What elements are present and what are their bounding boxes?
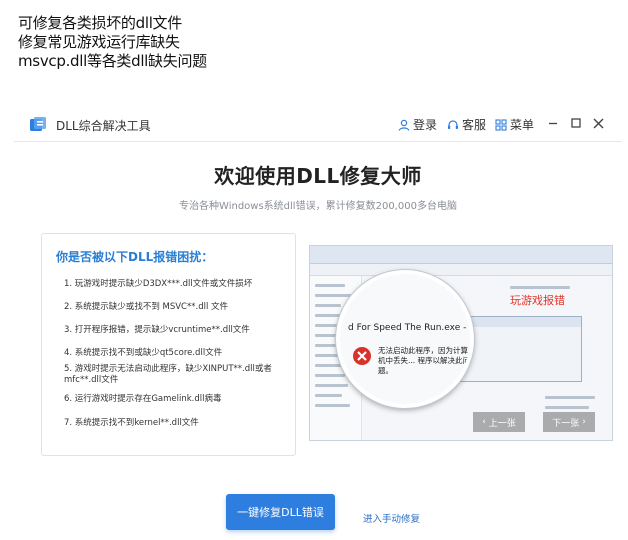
maximize-icon xyxy=(571,118,581,128)
user-icon xyxy=(398,119,410,131)
promo-caption: 可修复各类损坏的dll文件 修复常见游戏运行库缺失 msvcp.dll等各类dl… xyxy=(18,14,318,71)
carousel-next-button[interactable]: 下一张 › xyxy=(543,412,595,432)
title-bar: DLL综合解决工具 登录 客服 菜单 xyxy=(14,108,622,142)
maximize-button[interactable] xyxy=(568,115,584,131)
issue-item: 3. 打开程序报错，提示缺少vcruntime**.dll文件 xyxy=(64,325,250,335)
error-icon xyxy=(353,347,371,365)
service-label: 客服 xyxy=(462,118,487,132)
carousel-prev-label: 上一张 xyxy=(488,418,516,429)
issue-item: 5. 游戏时提示无法启动此程序，缺少XINPUT**.dll或者mfc**.dl… xyxy=(64,364,272,385)
app-logo-icon xyxy=(30,117,46,131)
explorer-toolbar xyxy=(310,246,612,264)
carousel-prev-button[interactable]: ‹ 上一张 xyxy=(473,412,525,432)
one-click-repair-button[interactable]: 一键修复DLL错误 xyxy=(226,494,335,530)
caption-line-2: 修复常见游戏运行库缺失 xyxy=(18,33,180,51)
issue-panel: 你是否被以下DLL报错困扰： 1. 玩游戏时提示缺少D3DX***.dll文件或… xyxy=(41,233,296,456)
issue-item: 2. 系统提示缺少或找不到 MSVC**.dll 文件 xyxy=(64,302,229,312)
page-title: 欢迎使用DLL修复大师 xyxy=(214,164,422,188)
page-subtitle: 专治各种Windows系统dll错误，累计修复数200,000多台电脑 xyxy=(179,201,457,212)
app-name: DLL综合解决工具 xyxy=(56,119,151,133)
login-label: 登录 xyxy=(413,118,438,132)
service-button[interactable]: 客服 xyxy=(447,116,486,133)
carousel-caption: 玩游戏报错 xyxy=(510,294,565,307)
magnified-error-dialog: d For Speed The Run.exe - 系统错误 无法启动此程序，因… xyxy=(336,270,474,408)
minimize-icon xyxy=(549,122,557,125)
issue-item: 1. 玩游戏时提示缺少D3DX***.dll文件或文件损坏 xyxy=(64,279,253,289)
issue-panel-title: 你是否被以下DLL报错困扰： xyxy=(56,250,214,264)
close-button[interactable] xyxy=(590,115,606,131)
issue-item: 7. 系统提示找不到kernel**.dll文件 xyxy=(64,418,199,428)
menu-icon xyxy=(495,118,507,131)
error-message: 无法启动此程序，因为计算机中丢失... 程序以解决此问题。 xyxy=(378,346,471,375)
manual-repair-link[interactable]: 进入手动修复 xyxy=(363,511,420,525)
chevron-left-icon: ‹ xyxy=(482,417,486,427)
error-example-carousel: d For Speed The Run.exe - 系统错误 无法启动此程序，因… xyxy=(309,245,613,441)
app-window: DLL综合解决工具 登录 客服 菜单 欢迎使用DLL修复大师 专治各种Windo… xyxy=(14,108,622,540)
explorer-address-bar xyxy=(310,264,612,276)
carousel-next-label: 下一张 xyxy=(552,418,580,429)
menu-button[interactable]: 菜单 xyxy=(495,116,534,133)
issue-item: 6. 运行游戏时提示存在Gamelink.dll病毒 xyxy=(64,394,222,404)
issue-item: 4. 系统提示找不到或缺少qt5core.dll文件 xyxy=(64,348,223,358)
error-window-title: d For Speed The Run.exe - 系统错误 xyxy=(348,323,470,333)
headset-icon xyxy=(448,119,458,129)
close-icon xyxy=(593,118,603,128)
caption-line-1: 可修复各类损坏的dll文件 xyxy=(18,14,182,32)
chevron-right-icon: › xyxy=(582,417,586,427)
menu-label: 菜单 xyxy=(510,118,535,132)
minimize-button[interactable] xyxy=(545,115,561,131)
caption-line-3: msvcp.dll等各类dll缺失问题 xyxy=(18,52,207,70)
login-button[interactable]: 登录 xyxy=(398,116,437,133)
